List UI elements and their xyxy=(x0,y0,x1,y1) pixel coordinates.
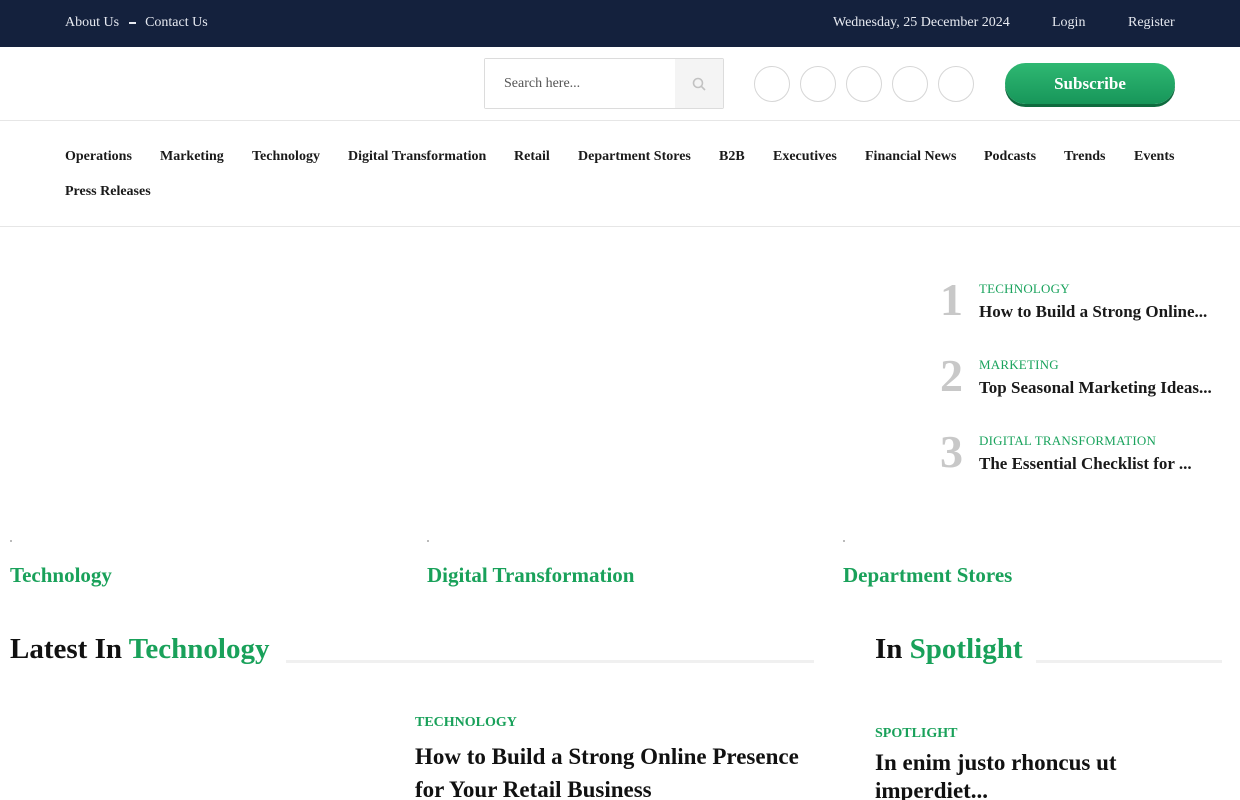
trending-title[interactable]: Top Seasonal Marketing Ideas... xyxy=(979,378,1212,398)
tile-department-stores[interactable]: Department Stores xyxy=(843,563,1012,588)
nav-item-technology[interactable]: Technology xyxy=(252,149,320,165)
link-separator xyxy=(129,22,137,24)
latest-heading-divider xyxy=(286,660,814,663)
contact-us-link[interactable]: Contact Us xyxy=(145,15,208,31)
nav-item-trends[interactable]: Trends xyxy=(1064,149,1106,165)
nav-item-executives[interactable]: Executives xyxy=(773,149,837,165)
site-header: Subscribe xyxy=(0,47,1240,121)
twitter-icon[interactable] xyxy=(800,66,836,102)
trending-category[interactable]: MARKETING xyxy=(979,357,1059,373)
youtube-icon[interactable] xyxy=(938,66,974,102)
latest-article-title[interactable]: How to Build a Strong Online Presence fo… xyxy=(415,740,815,800)
trending-item[interactable]: 2 MARKETING Top Seasonal Marketing Ideas… xyxy=(940,350,1240,427)
trending-item[interactable]: 3 DIGITAL TRANSFORMATION The Essential C… xyxy=(940,426,1240,503)
subscribe-button[interactable]: Subscribe xyxy=(1005,63,1175,104)
spotlight-heading-divider xyxy=(1036,660,1222,663)
nav-item-financial-news[interactable]: Financial News xyxy=(865,149,956,165)
tile-image-placeholder xyxy=(843,540,845,542)
tile-image-placeholder xyxy=(427,540,429,542)
tile-image-placeholder xyxy=(10,540,12,542)
nav-item-marketing[interactable]: Marketing xyxy=(160,149,224,165)
trending-category[interactable]: TECHNOLOGY xyxy=(979,281,1070,297)
top-bar: About Us Contact Us Wednesday, 25 Decemb… xyxy=(0,0,1240,47)
tile-technology[interactable]: Technology xyxy=(10,563,112,588)
search-input[interactable] xyxy=(485,59,675,108)
trending-title[interactable]: The Essential Checklist for ... xyxy=(979,454,1192,474)
spotlight-article-title[interactable]: In enim justo rhoncus ut imperdiet... xyxy=(875,749,1225,800)
nav-item-b2b[interactable]: B2B xyxy=(719,149,745,165)
search-icon xyxy=(692,77,706,91)
trending-title[interactable]: How to Build a Strong Online... xyxy=(979,302,1207,322)
latest-heading-accent: Technology xyxy=(128,633,270,665)
linkedin-icon[interactable] xyxy=(846,66,882,102)
trending-category[interactable]: DIGITAL TRANSFORMATION xyxy=(979,433,1156,449)
search-box xyxy=(484,58,724,109)
search-button[interactable] xyxy=(675,59,723,108)
nav-item-retail[interactable]: Retail xyxy=(514,149,550,165)
current-date: Wednesday, 25 December 2024 xyxy=(833,15,1010,30)
spotlight-heading-accent: Spotlight xyxy=(909,633,1023,665)
trending-number: 1 xyxy=(940,274,963,325)
nav-item-podcasts[interactable]: Podcasts xyxy=(984,149,1036,165)
spotlight-heading: In Spotlight xyxy=(875,633,1023,666)
trending-number: 3 xyxy=(940,426,963,477)
nav-item-press-releases[interactable]: Press Releases xyxy=(65,184,151,200)
latest-heading-prefix: Latest In xyxy=(10,633,122,665)
nav-item-department-stores[interactable]: Department Stores xyxy=(578,149,691,165)
latest-article-category[interactable]: TECHNOLOGY xyxy=(415,715,517,731)
trending-number: 2 xyxy=(940,350,963,401)
main-nav: Operations Marketing Technology Digital … xyxy=(0,121,1240,227)
trending-item[interactable]: 1 TECHNOLOGY How to Build a Strong Onlin… xyxy=(940,274,1240,351)
spotlight-article-category[interactable]: SPOTLIGHT xyxy=(875,726,957,742)
nav-item-digital-transformation[interactable]: Digital Transformation xyxy=(348,149,486,165)
top-links: About Us Contact Us xyxy=(65,15,208,31)
facebook-icon[interactable] xyxy=(754,66,790,102)
register-link[interactable]: Register xyxy=(1128,15,1175,31)
instagram-icon[interactable] xyxy=(892,66,928,102)
tile-digital-transformation[interactable]: Digital Transformation xyxy=(427,563,634,588)
about-us-link[interactable]: About Us xyxy=(65,15,119,31)
spotlight-heading-prefix: In xyxy=(875,633,903,665)
nav-item-events[interactable]: Events xyxy=(1134,149,1174,165)
latest-heading: Latest In Technology xyxy=(10,633,269,666)
login-link[interactable]: Login xyxy=(1052,15,1085,31)
nav-item-operations[interactable]: Operations xyxy=(65,149,132,165)
